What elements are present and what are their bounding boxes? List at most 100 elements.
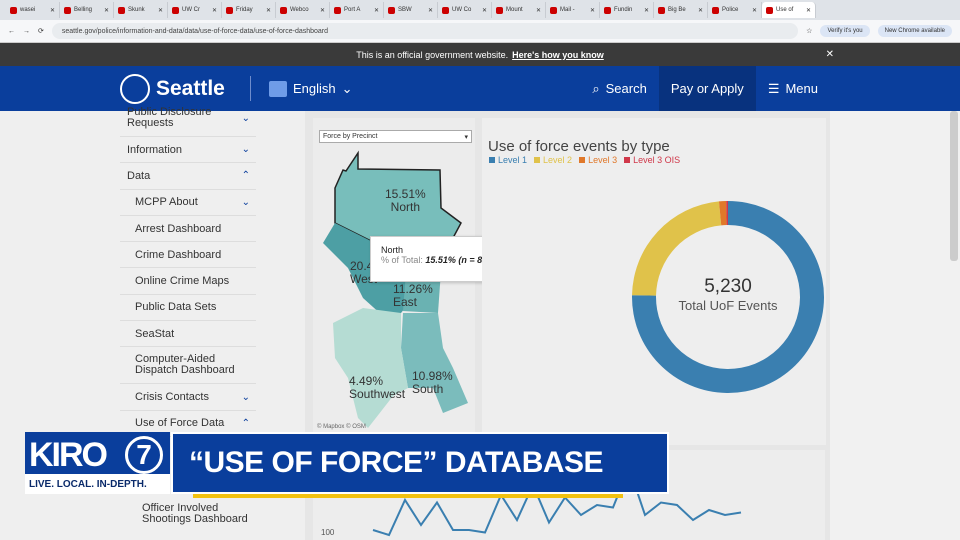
sidebar-item[interactable]: MCPP About ⌄	[120, 190, 256, 216]
browser-tab[interactable]: Fundin ✕	[600, 2, 654, 18]
update-button[interactable]: New Chrome available	[877, 25, 952, 37]
sidebar-item[interactable]: SeaStat	[120, 321, 256, 348]
language-select[interactable]: English ⌄	[250, 76, 353, 101]
sidebar-item[interactable]: Arrest Dashboard	[120, 216, 256, 243]
close-tab-icon[interactable]: ✕	[104, 7, 109, 14]
sidebar-item[interactable]: Public Data Sets	[120, 295, 256, 322]
close-tab-icon[interactable]: ✕	[212, 7, 217, 14]
chevron-icon[interactable]: ⌄	[242, 113, 250, 124]
sidebar-item-label: Crisis Contacts	[135, 391, 209, 404]
name: South	[412, 382, 444, 396]
chevron-icon[interactable]: ⌄	[242, 392, 250, 403]
favicon-icon	[550, 6, 557, 14]
channel-number: 7	[125, 436, 163, 474]
tab-title: Fundin	[614, 7, 633, 13]
menu-button[interactable]: ☰ Menu	[756, 66, 830, 111]
name: East	[393, 295, 418, 309]
browser-tab[interactable]: wasei ✕	[6, 2, 60, 18]
verify-button[interactable]: Verify it's you	[820, 25, 870, 37]
sidebar-item-label: MCPP About	[135, 196, 198, 209]
sidebar-item[interactable]: Crime Dashboard	[120, 242, 256, 269]
sidebar-item[interactable]: Information ⌄	[120, 137, 256, 164]
chevron-icon[interactable]: ⌄	[242, 197, 250, 208]
sidebar-item-label: Crime Dashboard	[135, 248, 222, 261]
close-icon[interactable]: ✕	[826, 49, 834, 60]
browser-tab[interactable]: Friday ✕	[222, 2, 276, 18]
tab-title: Port A	[344, 7, 361, 13]
favicon-icon	[226, 6, 233, 14]
close-tab-icon[interactable]: ✕	[590, 7, 595, 14]
station-tagline: LIVE. LOCAL. IN-DEPTH.	[25, 474, 170, 494]
sidebar-item[interactable]: Public Disclosure Requests ⌄	[120, 100, 256, 137]
close-tab-icon[interactable]: ✕	[806, 7, 811, 14]
close-tab-icon[interactable]: ✕	[644, 7, 649, 14]
sidebar-item[interactable]: Computer-Aided Dispatch Dashboard	[120, 347, 256, 385]
favicon-icon	[10, 6, 17, 14]
tab-title: wasei	[20, 7, 36, 13]
favicon-icon	[388, 6, 395, 14]
close-tab-icon[interactable]: ✕	[158, 7, 163, 14]
tab-title: Big Be	[668, 7, 686, 13]
chevron-icon[interactable]: ⌃	[242, 418, 250, 429]
close-tab-icon[interactable]: ✕	[482, 7, 487, 14]
tab-bar: wasei ✕ Belling ✕ Skunk ✕ UW Cr ✕ Friday ✕ Webco ✕ P…	[0, 0, 960, 20]
gov-banner: This is an official government website. …	[0, 43, 960, 66]
menu-icon: ☰	[767, 80, 780, 96]
donut-panel: Use of force events by type Level 1 Level…	[482, 118, 826, 445]
browser-tab[interactable]: Police ✕	[708, 2, 762, 18]
browser-tab[interactable]: Use of ✕	[762, 2, 816, 18]
tab-title: Use of	[776, 7, 794, 13]
close-tab-icon[interactable]: ✕	[698, 7, 703, 14]
close-tab-icon[interactable]: ✕	[320, 7, 325, 14]
search-icon: ⌕	[592, 80, 600, 96]
favicon-icon	[712, 6, 719, 14]
language-label: English	[293, 81, 336, 96]
sidebar-item[interactable]: Online Crime Maps	[120, 268, 256, 295]
favicon-icon	[118, 6, 125, 14]
scrollbar[interactable]	[950, 111, 958, 261]
favicon-icon	[172, 6, 179, 14]
label-east: 11.26% East	[393, 283, 433, 309]
tab-title: UW Co	[452, 7, 472, 13]
pay-apply-button[interactable]: Pay or Apply	[658, 66, 756, 111]
browser-tab[interactable]: Skunk ✕	[114, 2, 168, 18]
browser-tab[interactable]: UW Co ✕	[438, 2, 492, 18]
forward-icon[interactable]: →	[23, 28, 30, 35]
close-tab-icon[interactable]: ✕	[374, 7, 379, 14]
url-input[interactable]: seattle.gov/police/information-and-data/…	[51, 23, 799, 39]
star-icon[interactable]: ☆	[806, 27, 812, 35]
browser-tab[interactable]: Big Be ✕	[654, 2, 708, 18]
sidebar-nav: Public Disclosure Requests ⌄ Information ⌄ D…	[120, 100, 256, 437]
reload-icon[interactable]: ⟳	[38, 27, 44, 35]
browser-tab[interactable]: Mail - ✕	[546, 2, 600, 18]
address-bar-row: ← → ⟳ seattle.gov/police/information-and-d…	[0, 20, 960, 43]
sidebar-item[interactable]: Data ⌃	[120, 163, 256, 190]
lower-third-accent	[193, 494, 623, 498]
close-tab-icon[interactable]: ✕	[428, 7, 433, 14]
browser-tab[interactable]: Webco ✕	[276, 2, 330, 18]
browser-tab[interactable]: Port A ✕	[330, 2, 384, 18]
tab-title: Mount	[506, 7, 523, 13]
browser-tab[interactable]: Belling ✕	[60, 2, 114, 18]
close-tab-icon[interactable]: ✕	[536, 7, 541, 14]
close-tab-icon[interactable]: ✕	[752, 7, 757, 14]
back-icon[interactable]: ←	[8, 28, 15, 35]
close-tab-icon[interactable]: ✕	[50, 7, 55, 14]
browser-tab[interactable]: Mount ✕	[492, 2, 546, 18]
browser-tab[interactable]: SBW ✕	[384, 2, 438, 18]
sidebar-item-label: Data	[127, 169, 151, 182]
close-tab-icon[interactable]: ✕	[266, 7, 271, 14]
favicon-icon	[658, 6, 665, 14]
chevron-icon[interactable]: ⌄	[242, 144, 250, 155]
sidebar-item-label: Information	[127, 143, 183, 156]
sidebar-item-label: Use of Force Data	[135, 417, 225, 430]
browser-tab[interactable]: UW Cr ✕	[168, 2, 222, 18]
sidebar-item[interactable]: Crisis Contacts ⌄	[120, 384, 256, 411]
tab-title: Belling	[74, 7, 93, 13]
search-button[interactable]: ⌕ Search	[580, 66, 658, 111]
chevron-icon[interactable]: ⌃	[242, 170, 250, 181]
lower-third-headline: “USE OF FORCE” DATABASE	[171, 432, 669, 494]
sidebar-item-ois-dashboard[interactable]: Officer Involved Shootings Dashboard	[120, 503, 256, 525]
page-margin	[830, 111, 960, 540]
how-you-know-link[interactable]: Here's how you know	[512, 50, 604, 60]
